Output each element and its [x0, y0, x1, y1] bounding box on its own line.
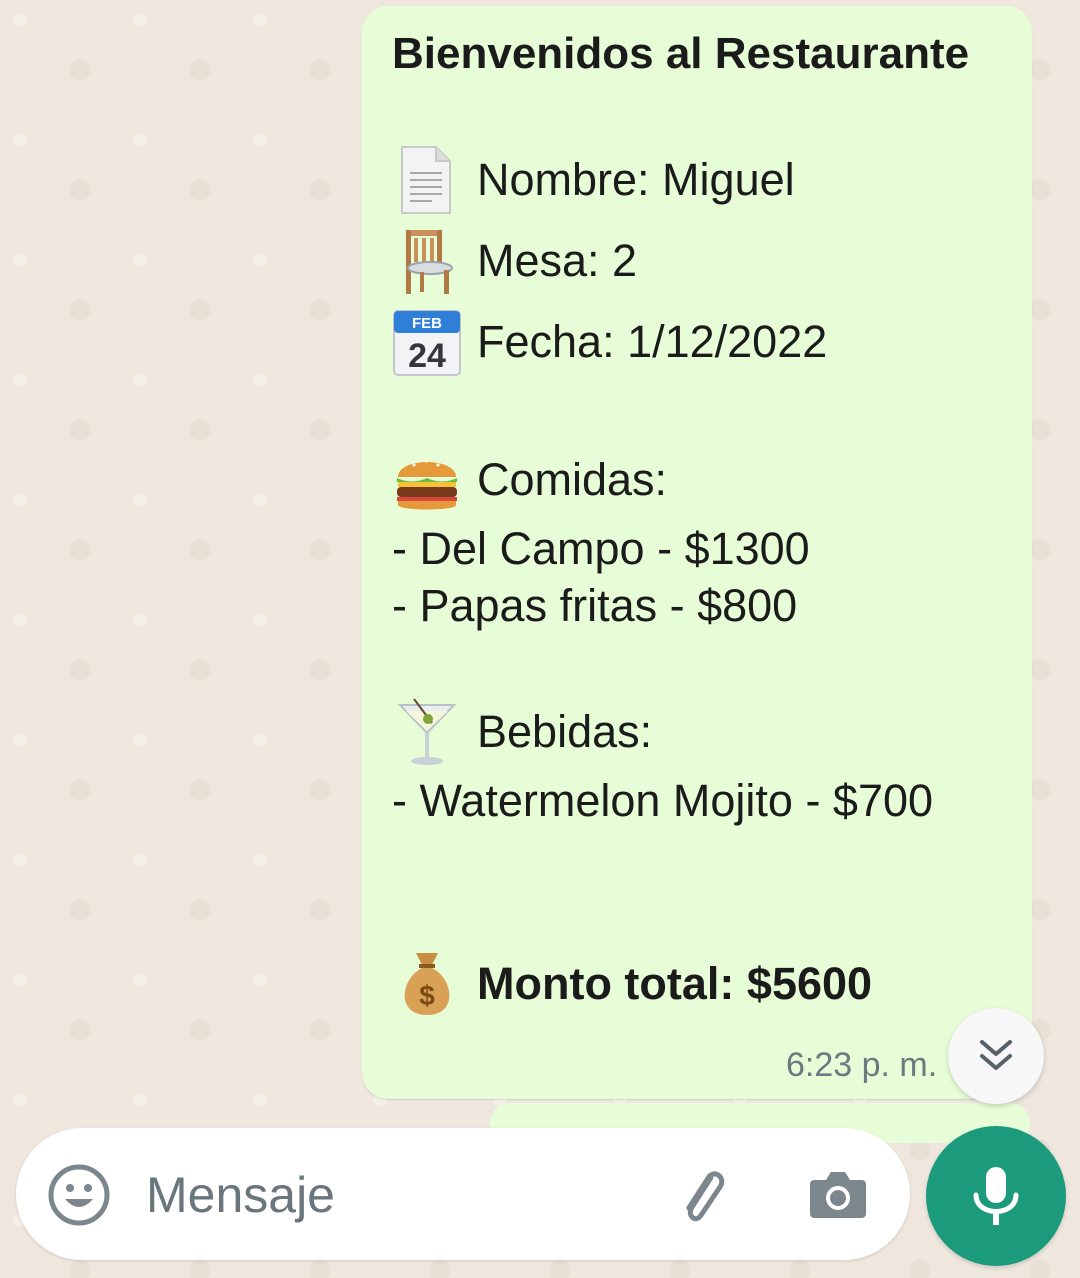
microphone-icon	[973, 1167, 1019, 1225]
money-bag-icon: $	[392, 949, 462, 1019]
table-line: Mesa: 2	[477, 235, 638, 286]
drinks-header-row: Bebidas:	[392, 697, 652, 767]
attach-icon[interactable]	[670, 1161, 740, 1231]
message-timestamp: 6:23 p. m.	[786, 1046, 938, 1084]
chair-icon	[392, 226, 462, 296]
emoji-picker-icon[interactable]	[47, 1163, 111, 1227]
svg-text:$: $	[419, 980, 435, 1011]
drinks-header: Bebidas:	[477, 706, 653, 757]
message-composer[interactable]: Mensaje	[16, 1128, 910, 1260]
voice-message-button[interactable]	[926, 1126, 1066, 1266]
food-item: - Papas fritas - $800	[392, 580, 798, 631]
cocktail-icon	[392, 697, 462, 767]
double-chevron-down-icon	[980, 1040, 1012, 1070]
page-icon	[392, 145, 462, 215]
hamburger-icon	[392, 445, 462, 515]
drink-item: - Watermelon Mojito - $700	[392, 775, 934, 826]
name-line: Nombre: Miguel	[477, 154, 795, 205]
message-title: Bienvenidos al Restaurante	[392, 29, 970, 78]
message-input[interactable]: Mensaje	[146, 1163, 335, 1227]
food-header: Comidas:	[477, 454, 668, 505]
calendar-icon: FEB 24	[392, 307, 462, 377]
scroll-to-bottom-button[interactable]	[948, 1008, 1044, 1104]
table-row: Mesa: 2	[392, 226, 637, 296]
total-line: Monto total: $5600	[477, 958, 873, 1009]
food-header-row: Comidas:	[392, 445, 667, 515]
camera-icon[interactable]	[806, 1162, 870, 1226]
calendar-month: FEB	[412, 315, 442, 332]
name-row: Nombre: Miguel	[392, 145, 795, 215]
calendar-day: 24	[408, 337, 446, 375]
food-item: - Del Campo - $1300	[392, 523, 810, 574]
date-row: FEB 24 Fecha: 1/12/2022	[392, 307, 827, 377]
date-line: Fecha: 1/12/2022	[477, 316, 828, 367]
total-row: $ Monto total: $5600	[392, 949, 872, 1019]
